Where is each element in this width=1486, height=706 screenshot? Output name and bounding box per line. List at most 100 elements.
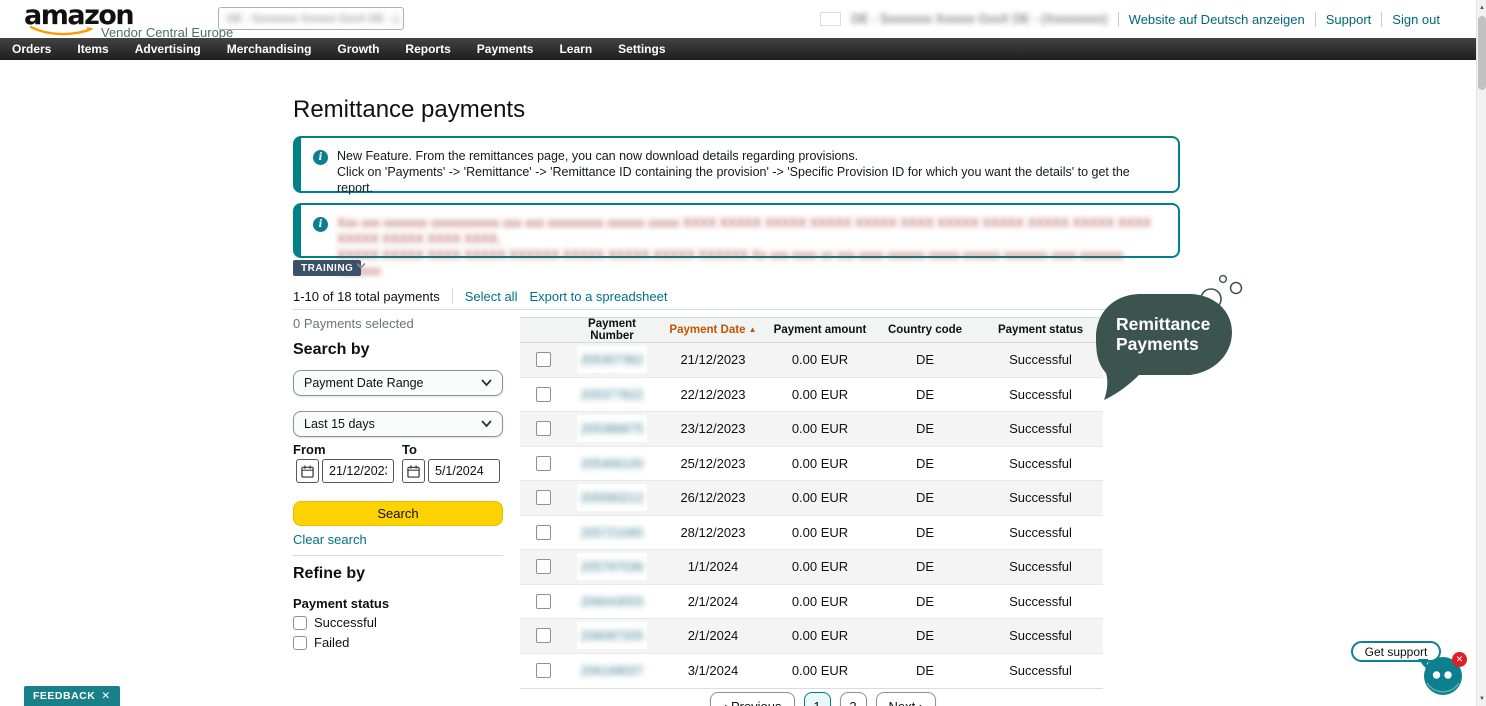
- country-code-cell: DE: [872, 421, 978, 436]
- from-label: From: [293, 442, 326, 457]
- payment-date-cell: 22/12/2023: [658, 387, 768, 402]
- payment-date-cell: 2/1/2024: [658, 628, 768, 643]
- payment-date-cell: 25/12/2023: [658, 456, 768, 471]
- nav-item[interactable]: Orders: [12, 42, 51, 56]
- to-date-input[interactable]: [428, 459, 500, 483]
- payment-amount-cell: 0.00 EUR: [768, 352, 872, 367]
- payment-status-cell: Successful: [978, 456, 1103, 471]
- column-payment-amount[interactable]: Payment amount: [768, 324, 872, 336]
- country-code-cell: DE: [872, 559, 978, 574]
- failed-checkbox[interactable]: [293, 636, 307, 650]
- country-code-cell: DE: [872, 663, 978, 678]
- germany-flag-icon: [820, 12, 841, 26]
- row-checkbox[interactable]: [536, 594, 551, 609]
- chevron-down-icon[interactable]: [356, 262, 366, 270]
- row-checkbox[interactable]: [536, 663, 551, 678]
- payment-row: 205560212 26/12/2023 0.00 EUR DE Success…: [520, 481, 1103, 516]
- payment-date-cell: 28/12/2023: [658, 525, 768, 540]
- row-checkbox[interactable]: [536, 628, 551, 643]
- successful-checkbox[interactable]: [293, 616, 307, 630]
- search-button[interactable]: Search: [293, 501, 503, 526]
- sign-out-link[interactable]: Sign out: [1392, 12, 1440, 27]
- row-checkbox[interactable]: [536, 387, 551, 402]
- payment-number-link-blurred[interactable]: 205797036: [577, 553, 648, 580]
- payment-date-cell: 1/1/2024: [658, 559, 768, 574]
- nav-item[interactable]: Reports: [405, 42, 450, 56]
- country-code-cell: DE: [872, 352, 978, 367]
- country-code-cell: DE: [872, 387, 978, 402]
- scrollbar-thumb[interactable]: [1478, 16, 1486, 90]
- row-checkbox[interactable]: [536, 352, 551, 367]
- payment-number-link-blurred[interactable]: 205386875: [577, 415, 648, 442]
- payment-amount-cell: 0.00 EUR: [768, 594, 872, 609]
- divider: [293, 309, 1180, 310]
- account-selector-dropdown[interactable]: DE - Sxxxxxxx Xxxxxx GxxX DE - (...: [218, 7, 404, 30]
- export-spreadsheet-link[interactable]: Export to a spreadsheet: [529, 289, 667, 304]
- payment-number-link-blurred[interactable]: 205721065: [577, 519, 648, 546]
- payment-number-link-blurred[interactable]: 205307362: [577, 346, 648, 373]
- payment-amount-cell: 0.00 EUR: [768, 525, 872, 540]
- from-calendar-button[interactable]: [296, 459, 319, 483]
- payment-status-cell: Successful: [978, 525, 1103, 540]
- from-date-input[interactable]: [322, 459, 394, 483]
- column-payment-number[interactable]: Payment Number: [566, 318, 658, 342]
- search-type-select[interactable]: Payment Date Range: [293, 370, 503, 396]
- payment-number-link-blurred[interactable]: 206043555: [577, 588, 648, 615]
- filter-successful-option[interactable]: Successful: [293, 615, 377, 630]
- previous-page-button[interactable]: ‹ Previous: [710, 692, 795, 706]
- calendar-icon: [407, 465, 420, 478]
- divider: [452, 288, 453, 304]
- top-bar-links: DE - Sxxxxxxx Xxxxxx GxxX DE - (Xxxxxxxx…: [820, 0, 1440, 38]
- amazon-logo[interactable]: amazon Vendor Central Europe: [24, 4, 133, 28]
- amazon-smile-icon: [30, 26, 96, 36]
- nav-item[interactable]: Merchandising: [227, 42, 312, 56]
- row-checkbox[interactable]: [536, 456, 551, 471]
- payment-amount-cell: 0.00 EUR: [768, 421, 872, 436]
- date-preset-select[interactable]: Last 15 days: [293, 411, 503, 437]
- nav-item[interactable]: Advertising: [135, 42, 201, 56]
- feedback-label: FEEDBACK: [33, 690, 95, 702]
- column-payment-status[interactable]: Payment status: [978, 324, 1103, 336]
- column-payment-date-sorted[interactable]: Payment Date ▲: [658, 324, 768, 336]
- payment-status-cell: Successful: [978, 352, 1103, 367]
- page-number-button[interactable]: 1: [804, 692, 831, 706]
- nav-item[interactable]: Settings: [618, 42, 665, 56]
- nav-item[interactable]: Items: [77, 42, 108, 56]
- payment-number-link-blurred[interactable]: 205560212: [577, 484, 648, 511]
- nav-item[interactable]: Growth: [337, 42, 379, 56]
- column-country-code[interactable]: Country code: [872, 324, 978, 336]
- row-checkbox[interactable]: [536, 525, 551, 540]
- select-all-link[interactable]: Select all: [465, 289, 518, 304]
- scroll-up-arrow-icon[interactable]: ▲: [1477, 0, 1486, 15]
- to-label: To: [402, 442, 417, 457]
- page-number-button[interactable]: 2: [840, 692, 867, 706]
- nav-item[interactable]: Payments: [477, 42, 534, 56]
- clear-search-link[interactable]: Clear search: [293, 532, 367, 547]
- to-calendar-button[interactable]: [402, 459, 425, 483]
- next-page-button[interactable]: Next ›: [876, 692, 937, 706]
- from-date-group: [296, 459, 394, 483]
- scroll-down-arrow-icon[interactable]: ▼: [1477, 691, 1486, 706]
- training-badge[interactable]: TRAINING: [293, 260, 361, 276]
- payment-amount-cell: 0.00 EUR: [768, 628, 872, 643]
- payment-number-link-blurred[interactable]: 206168037: [577, 657, 648, 684]
- search-type-value: Payment Date Range: [304, 376, 424, 390]
- top-bar: amazon Vendor Central Europe DE - Sxxxxx…: [0, 0, 1476, 38]
- payment-number-link-blurred[interactable]: 206097205: [577, 622, 648, 649]
- support-link[interactable]: Support: [1326, 12, 1372, 27]
- payment-number-link-blurred[interactable]: 205377822: [577, 381, 648, 408]
- payment-amount-cell: 0.00 EUR: [768, 559, 872, 574]
- page-scrollbar[interactable]: ▲ ▼: [1476, 0, 1486, 706]
- filter-failed-option[interactable]: Failed: [293, 635, 349, 650]
- language-toggle-link[interactable]: Website auf Deutsch anzeigen: [1129, 12, 1305, 27]
- close-support-icon[interactable]: ✕: [1452, 652, 1467, 667]
- row-checkbox[interactable]: [536, 421, 551, 436]
- row-checkbox[interactable]: [536, 559, 551, 574]
- refine-by-heading: Refine by: [293, 565, 365, 583]
- row-checkbox[interactable]: [536, 490, 551, 505]
- feedback-button[interactable]: FEEDBACK ✕: [24, 686, 120, 706]
- divider: [1381, 12, 1382, 27]
- payment-number-link-blurred[interactable]: 205406100: [577, 450, 648, 477]
- nav-item[interactable]: Learn: [559, 42, 592, 56]
- country-code-cell: DE: [872, 456, 978, 471]
